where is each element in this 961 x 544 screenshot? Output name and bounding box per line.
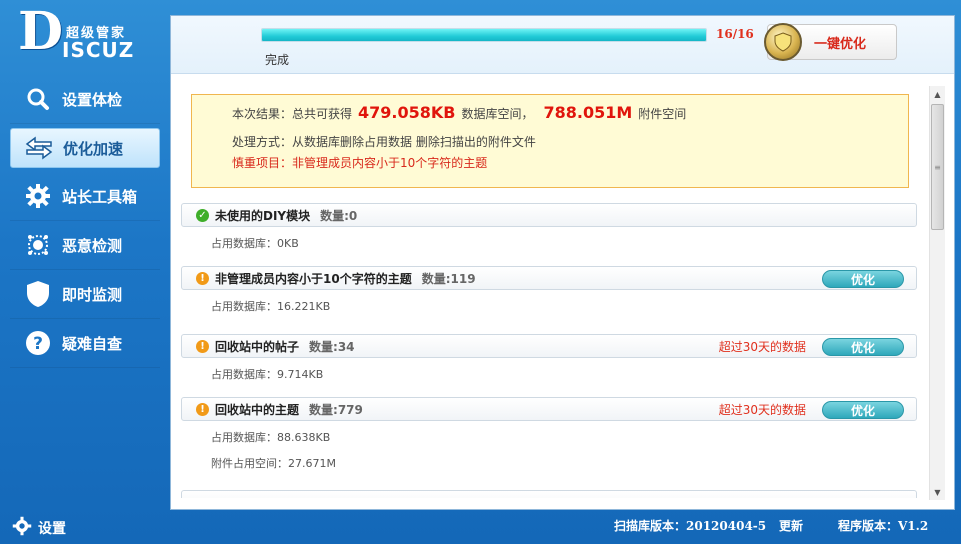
sidebar-item-monitor[interactable]: 即时监测 — [10, 270, 160, 319]
svg-text:?: ? — [33, 334, 43, 354]
scroll-up-icon[interactable]: ▲ — [930, 86, 945, 102]
item-db-usage: 占用数据库：88.638KB — [211, 431, 331, 444]
search-icon — [24, 85, 52, 113]
shield-icon — [24, 280, 52, 308]
optimize-button[interactable]: 优化 — [822, 270, 904, 288]
list-item: ✓ 未使用的DIY模块 数量:0 占用数据库：0KB — [181, 203, 917, 253]
item-count: 数量:779 — [309, 402, 363, 417]
sidebar-item-label: 设置体检 — [62, 90, 123, 109]
sidebar-item-label: 优化加速 — [63, 139, 124, 158]
item-title: 未使用的DIY模块 — [215, 208, 311, 223]
item-note: 超过30天的数据 — [718, 339, 806, 354]
list-item: ! 回收站中的主题 数量:779 超过30天的数据 优化 占用数据库：88.63… — [181, 397, 917, 473]
sidebar-nav: 设置体检 优化加速 站长工具箱 恶意检测 即时监测 ? 疑难自查 — [10, 75, 160, 368]
optimize-button[interactable]: 优化 — [822, 401, 904, 419]
sidebar-item-optimize[interactable]: 优化加速 — [10, 128, 160, 168]
progress-bar — [261, 28, 707, 42]
summary-attach-size: 788.051M — [543, 103, 633, 122]
status-bar: 设置 扫描库版本：20120404-5 更新 程序版本：V1.2 — [0, 512, 961, 544]
sidebar-item-label: 恶意检测 — [62, 236, 123, 255]
optimize-button[interactable]: 优化 — [822, 338, 904, 356]
settings-label: 设置 — [38, 521, 66, 537]
program-version: 程序版本：V1.2 — [838, 519, 929, 533]
sidebar-item-help[interactable]: ? 疑难自查 — [10, 319, 160, 368]
app-logo: D 超级管家 ISCUZ — [14, 4, 164, 64]
item-count: 数量:0 — [320, 208, 358, 223]
vertical-scrollbar[interactable]: ▲ ≡ ▼ — [929, 86, 945, 500]
update-link[interactable]: 更新 — [779, 517, 803, 534]
list-item: ! 非管理成员内容小于10个字符的主题 数量:119 优化 占用数据库：16.2… — [181, 266, 917, 316]
warning-icon: ! — [196, 271, 209, 285]
progress-bar-area: 16/16 完成 一键优化 — [171, 16, 954, 74]
scroll-down-icon[interactable]: ▼ — [930, 484, 945, 500]
logo-letter: D — [18, 1, 64, 62]
check-icon: ✓ — [196, 208, 209, 222]
item-header: ✓ 未使用的DIY模块 数量:0 — [181, 203, 917, 227]
virus-icon — [24, 231, 52, 259]
item-count: 数量:119 — [421, 271, 476, 286]
optimize-all-label: 一键优化 — [814, 36, 867, 52]
results-list: 本次结果：总共可获得 479.058KB 数据库空间， 788.051M 附件空… — [181, 76, 929, 498]
item-note: 超过30天的数据 — [718, 402, 806, 417]
list-item-partial — [181, 490, 917, 498]
gear-icon — [24, 182, 52, 210]
sidebar-item-label: 站长工具箱 — [62, 187, 138, 206]
item-header: ! 回收站中的主题 数量:779 超过30天的数据 优化 — [181, 397, 917, 421]
sidebar-item-malware[interactable]: 恶意检测 — [10, 221, 160, 270]
item-title: 回收站中的主题 — [215, 402, 300, 417]
optimize-all-button[interactable]: 一键优化 — [764, 23, 897, 61]
shield-badge-icon — [764, 23, 802, 61]
item-header: ! 回收站中的帖子 数量:34 超过30天的数据 优化 — [181, 334, 917, 358]
list-item: ! 回收站中的帖子 数量:34 超过30天的数据 优化 占用数据库：9.714K… — [181, 334, 917, 384]
item-header: ! 非管理成员内容小于10个字符的主题 数量:119 优化 — [181, 266, 917, 290]
item-db-usage: 占用数据库：16.221KB — [211, 300, 331, 313]
summary-attach-label: 附件空间 — [638, 107, 687, 121]
sidebar-item-check[interactable]: 设置体检 — [10, 75, 160, 124]
progress-fill — [262, 29, 706, 41]
gear-icon — [12, 516, 32, 540]
summary-method: 处理方式：从数据库删除占用数据 删除扫描出的附件文件 — [232, 135, 536, 149]
item-count: 数量:34 — [309, 339, 355, 354]
sidebar-item-label: 疑难自查 — [62, 334, 123, 353]
scroll-thumb[interactable]: ≡ — [931, 104, 944, 230]
summary-db-label: 数据库空间， — [461, 107, 534, 121]
item-db-usage: 占用数据库：0KB — [211, 237, 299, 250]
sidebar-item-toolbox[interactable]: 站长工具箱 — [10, 172, 160, 221]
scan-version: 扫描库版本：20120404-5 — [614, 519, 767, 533]
summary-box: 本次结果：总共可获得 479.058KB 数据库空间， 788.051M 附件空… — [191, 94, 909, 188]
summary-db-size: 479.058KB — [358, 103, 456, 122]
progress-count: 16/16 — [716, 27, 754, 41]
main-panel: 16/16 完成 一键优化 本次结果：总共可获得 479.058KB 数据库空间… — [170, 15, 955, 510]
help-icon: ? — [24, 329, 52, 357]
item-header — [181, 490, 917, 498]
summary-caution: 慎重项目：非管理成员内容小于10个字符的主题 — [232, 156, 488, 170]
arrows-icon — [25, 134, 53, 162]
summary-prefix: 本次结果：总共可获得 — [232, 107, 353, 121]
settings-button[interactable]: 设置 — [12, 516, 66, 540]
item-title: 回收站中的帖子 — [215, 339, 300, 354]
warning-icon: ! — [196, 339, 209, 353]
progress-status: 完成 — [265, 53, 290, 67]
warning-icon: ! — [196, 402, 209, 416]
item-title: 非管理成员内容小于10个字符的主题 — [215, 271, 412, 286]
sidebar-item-label: 即时监测 — [62, 285, 123, 304]
item-attach-usage: 附件占用空间：27.671M — [211, 457, 336, 470]
item-db-usage: 占用数据库：9.714KB — [211, 368, 324, 381]
logo-word: ISCUZ — [62, 38, 135, 62]
